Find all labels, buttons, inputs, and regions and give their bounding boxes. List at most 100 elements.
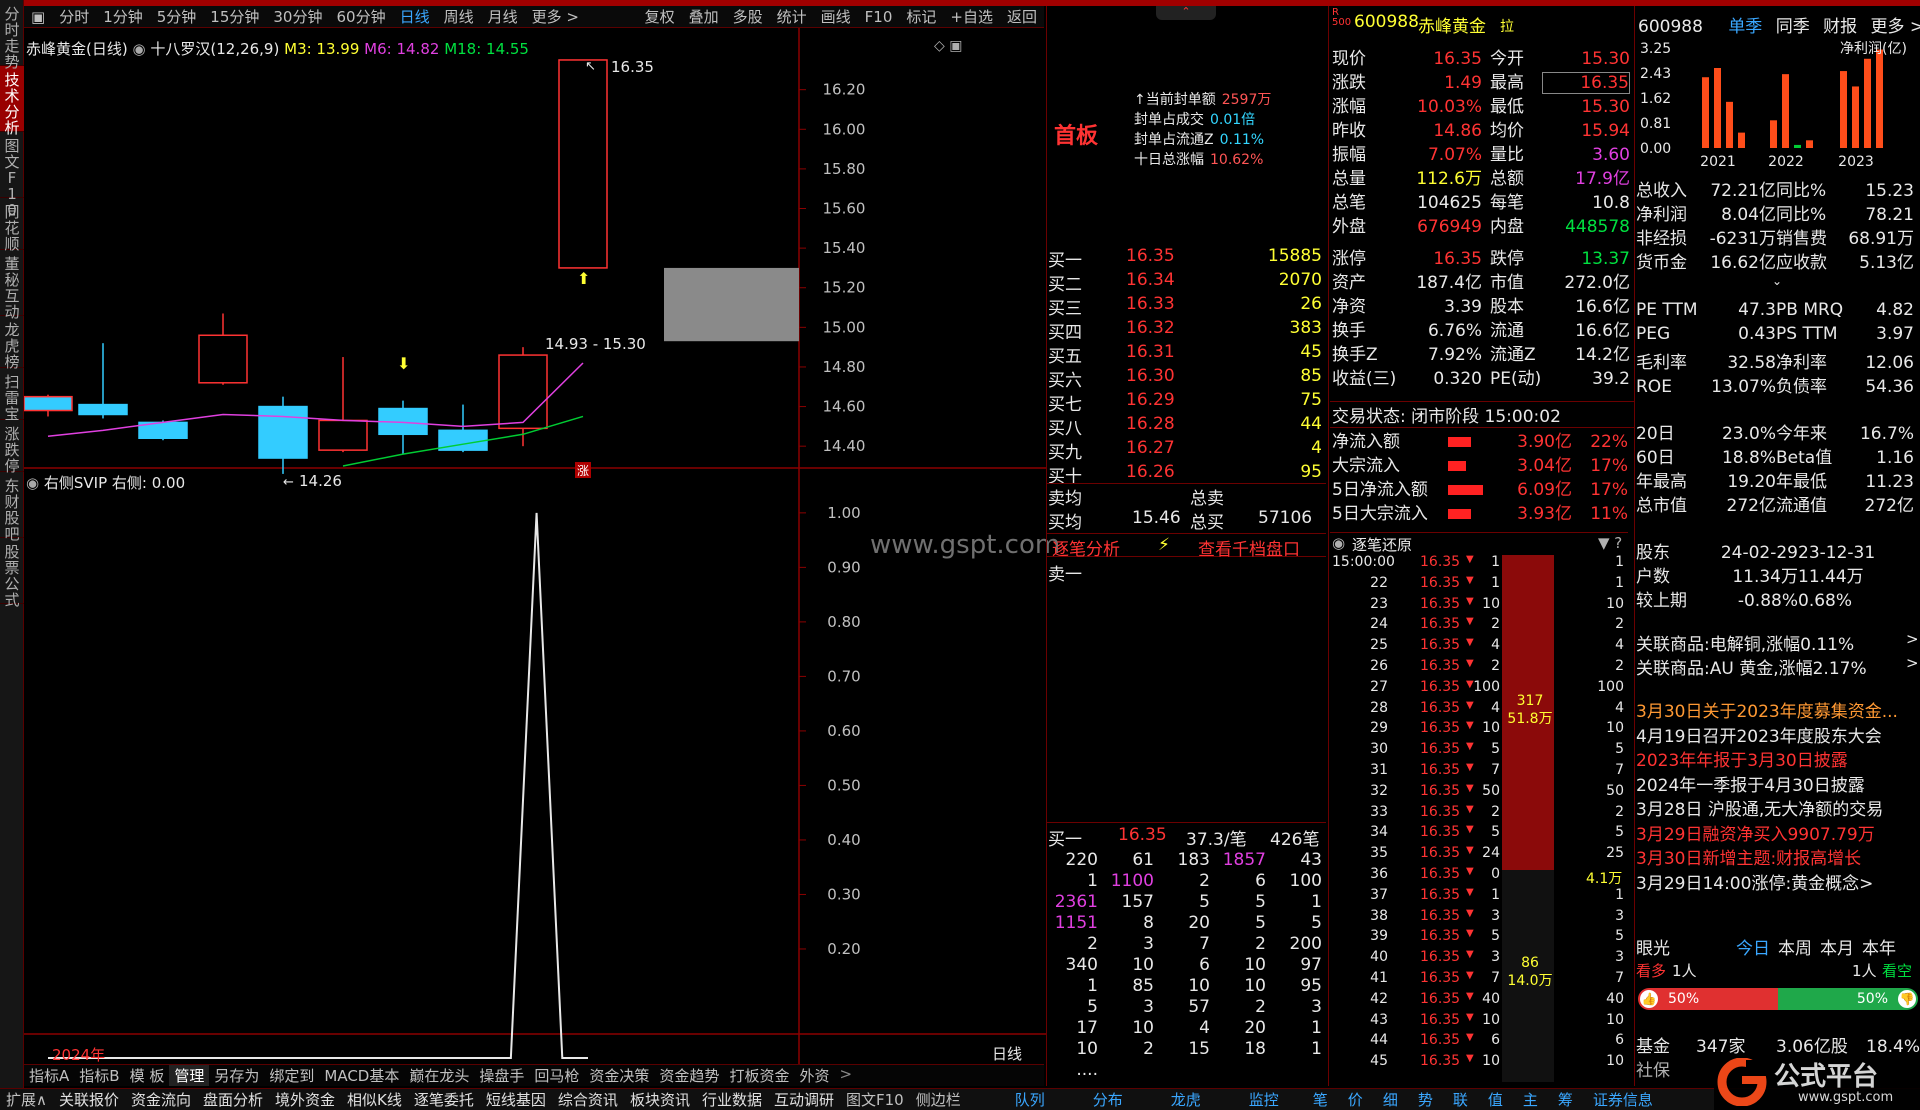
indicator-tab[interactable]: 资金决策	[584, 1065, 654, 1086]
bottom-tab[interactable]: 盘面分析	[197, 1089, 269, 1110]
panel-tab[interactable]: 联	[1443, 1089, 1478, 1110]
indicator-tab[interactable]: 资金趋势	[654, 1065, 724, 1086]
tab-1000-levels[interactable]: 查看千档盘口	[1198, 535, 1300, 560]
action-multi[interactable]: 多股	[726, 6, 770, 27]
action-mark[interactable]: 标记	[899, 6, 943, 27]
indicator-tab[interactable]: 操盘手	[474, 1065, 529, 1086]
period-more[interactable]: 更多 >	[525, 6, 586, 27]
panel-tab[interactable]: 监控	[1225, 1089, 1303, 1110]
period-intraday[interactable]: 分时	[52, 6, 96, 27]
bottom-tab[interactable]: 关联报价	[53, 1089, 125, 1110]
related-commodity[interactable]: 关联商品:电解铜,涨幅0.11%	[1636, 630, 1920, 655]
bid-row[interactable]: 买九 16.27 4	[1046, 438, 1326, 463]
sub-indicator-toggle-icon[interactable]: ◉	[26, 474, 39, 492]
bottom-tab[interactable]: 短线基因	[480, 1089, 552, 1110]
bid-row[interactable]: 买七 16.29 75	[1046, 390, 1326, 415]
sidebar-tab-ths[interactable]: 同花顺	[0, 198, 24, 252]
tick-toggle-icon[interactable]: ◉	[1332, 534, 1345, 552]
panel-tab[interactable]: 分布	[1069, 1089, 1147, 1110]
panel-tab[interactable]: 价	[1338, 1089, 1373, 1110]
period-5min[interactable]: 5分钟	[150, 6, 204, 27]
panel-tab[interactable]: 势	[1408, 1089, 1443, 1110]
bottom-tab[interactable]: 扩展∧	[0, 1089, 53, 1110]
thumb-up-icon[interactable]: 👍	[1640, 990, 1658, 1008]
period-weekly[interactable]: 周线	[437, 6, 481, 27]
indicator-tab[interactable]: MACD基本	[319, 1065, 404, 1086]
panel-tab[interactable]: 笔	[1303, 1089, 1338, 1110]
news-item[interactable]: 4月19日召开2023年度股东大会	[1636, 722, 1920, 747]
vision-tab[interactable]: 本周	[1778, 934, 1812, 959]
bid-row[interactable]: 买五 16.31 45	[1046, 342, 1326, 367]
bid-row[interactable]: 买一 16.35 15885	[1046, 246, 1326, 271]
related-commodity[interactable]: 关联商品:AU 黄金,涨幅2.17%	[1636, 654, 1920, 679]
indicator-tab[interactable]: 打板资金	[724, 1065, 794, 1086]
news-item[interactable]: 3月30日新增主题:财报高增长	[1636, 844, 1920, 869]
vision-tab[interactable]: 本月	[1820, 934, 1854, 959]
sidebar-tab-f10[interactable]: 图文F10	[0, 132, 24, 218]
panel-tab[interactable]: 证券信息	[1583, 1089, 1663, 1110]
bid-row[interactable]: 买三 16.33 26	[1046, 294, 1326, 319]
collapse-handle-icon[interactable]: ⌃	[1156, 6, 1216, 20]
bottom-tab[interactable]: 行业数据	[696, 1089, 768, 1110]
bottom1-more-icon[interactable]: >	[834, 1065, 857, 1086]
action-back[interactable]: 返回	[1000, 6, 1044, 27]
period-monthly[interactable]: 月线	[481, 6, 525, 27]
panel-tab[interactable]: 龙虎	[1147, 1089, 1225, 1110]
bottom-tab[interactable]: 图文F10	[840, 1089, 910, 1110]
indicator-tab[interactable]: 模 板	[125, 1065, 170, 1086]
vision-tab[interactable]: 今日	[1736, 934, 1770, 959]
toolbar-menu-icon[interactable]: ▣	[24, 8, 52, 26]
sidebar-tab-intraday[interactable]: 分时走势	[0, 0, 24, 70]
indicator-tab[interactable]: 巅在龙头	[404, 1065, 474, 1086]
bottom-tab[interactable]: 互动调研	[768, 1089, 840, 1110]
period-60min[interactable]: 60分钟	[329, 6, 392, 27]
indicator-tab[interactable]: 回马枪	[529, 1065, 584, 1086]
related-more-icon[interactable]: >	[1906, 654, 1919, 672]
bottom-tab[interactable]: 资金流向	[125, 1089, 197, 1110]
fund-expand-icon[interactable]: ⌄	[1772, 274, 1782, 288]
panel-tab[interactable]: 队列	[991, 1089, 1069, 1110]
panel-tab[interactable]: 细	[1373, 1089, 1408, 1110]
action-add-watch[interactable]: +自选	[943, 6, 1000, 27]
indicator-tab[interactable]: 绑定到	[264, 1065, 319, 1086]
sidebar-tab-dragon[interactable]: 龙虎榜	[0, 316, 24, 370]
thumb-down-icon[interactable]: 👎	[1898, 990, 1916, 1008]
sidebar-tab-secretary[interactable]: 董秘互动	[0, 250, 24, 320]
bid-row[interactable]: 买二 16.34 2070	[1046, 270, 1326, 295]
bottom-tab[interactable]: 综合资讯	[552, 1089, 624, 1110]
panel-tab[interactable]: 主	[1513, 1089, 1548, 1110]
panel-tab[interactable]: 筹	[1548, 1089, 1583, 1110]
bottom-tab[interactable]: 境外资金	[269, 1089, 341, 1110]
bid-row[interactable]: 买四 16.32 383	[1046, 318, 1326, 343]
action-stats[interactable]: 统计	[770, 6, 814, 27]
sidebar-tab-technical[interactable]: 技术分析	[0, 66, 24, 136]
action-f10[interactable]: F10	[858, 8, 900, 26]
sidebar-tab-limit[interactable]: 涨跌停	[0, 420, 24, 474]
indicator-tab[interactable]: 指标B	[74, 1065, 124, 1086]
indicator-tab[interactable]: 另存为	[209, 1065, 264, 1086]
news-item[interactable]: 3月29日14:00涨停:黄金概念>	[1636, 869, 1920, 894]
bottom-tab[interactable]: 侧边栏	[910, 1089, 967, 1110]
related-more-icon[interactable]: >	[1906, 630, 1919, 648]
news-item[interactable]: 3月30日关于2023年度募集资金...	[1636, 697, 1920, 722]
period-1min[interactable]: 1分钟	[96, 6, 150, 27]
sidebar-tab-minesweeper[interactable]: 扫雷宝	[0, 368, 24, 422]
tick-filter-icon[interactable]: ▼ ?	[1598, 534, 1622, 552]
action-overlay[interactable]: 叠加	[682, 6, 726, 27]
action-adjust[interactable]: 复权	[638, 6, 682, 27]
news-item[interactable]: 2024年一季报于4月30日披露	[1636, 771, 1920, 796]
action-draw[interactable]: 画线	[814, 6, 858, 27]
news-item[interactable]: 3月29日融资净买入9907.79万	[1636, 820, 1920, 845]
news-item[interactable]: 2023年年报于3月30日披露	[1636, 746, 1920, 771]
indicator-tab[interactable]: 外资	[794, 1065, 834, 1086]
news-item[interactable]: 3月28日 沪股通,无大净额的交易	[1636, 795, 1920, 820]
bottom-tab[interactable]: 相似K线	[341, 1089, 408, 1110]
tab-tick-analysis[interactable]: 逐笔分析	[1052, 535, 1120, 560]
bottom-tab[interactable]: 板块资讯	[624, 1089, 696, 1110]
bid-row[interactable]: 买八 16.28 44	[1046, 414, 1326, 439]
bid-row[interactable]: 买六 16.30 85	[1046, 366, 1326, 391]
panel-tab[interactable]: 值	[1478, 1089, 1513, 1110]
vision-tab[interactable]: 本年	[1862, 934, 1896, 959]
period-15min[interactable]: 15分钟	[203, 6, 266, 27]
sidebar-tab-formula[interactable]: 股票公式	[0, 538, 24, 608]
